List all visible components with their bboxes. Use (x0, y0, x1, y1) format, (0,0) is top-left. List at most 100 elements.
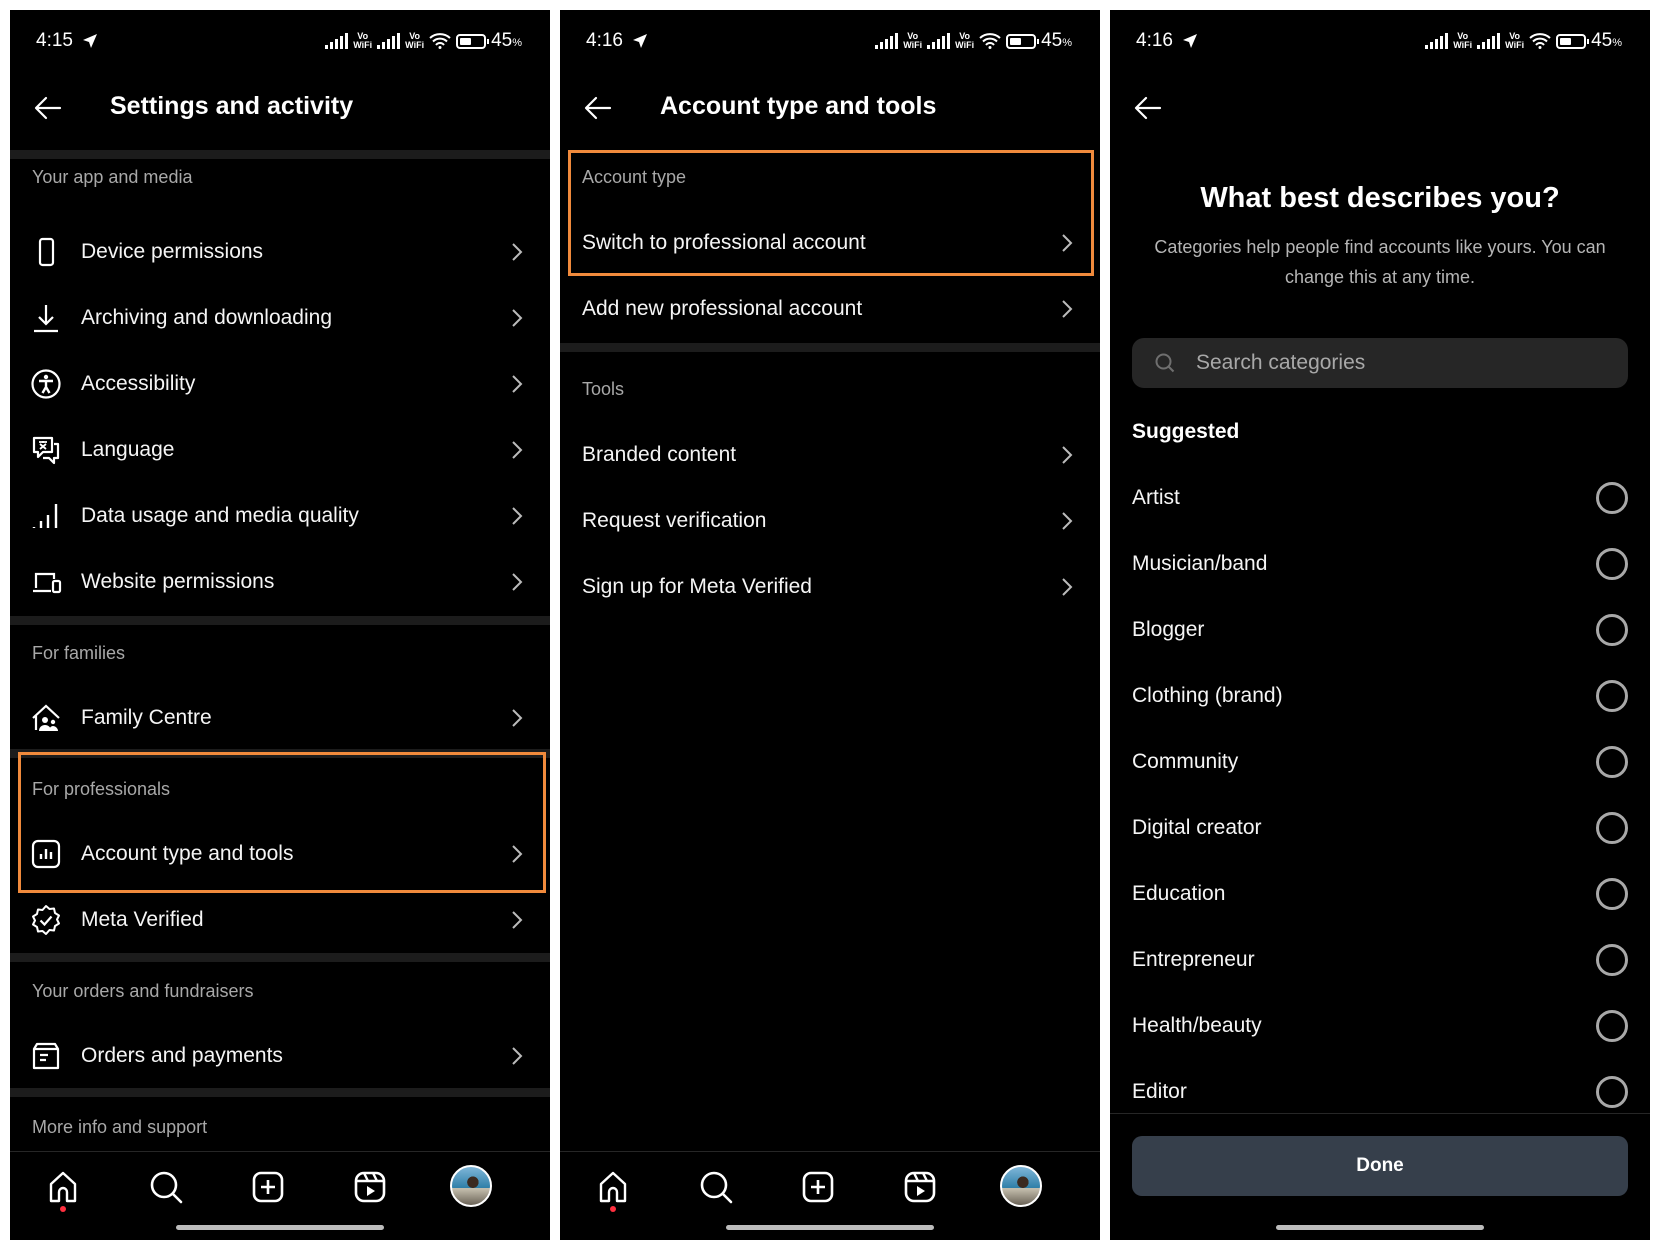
verified-badge-icon (32, 905, 60, 935)
radio-button[interactable] (1596, 614, 1628, 646)
profile-avatar[interactable] (1000, 1165, 1042, 1207)
back-arrow-icon[interactable] (1132, 92, 1164, 124)
radio-button[interactable] (1596, 812, 1628, 844)
battery-icon (456, 33, 490, 49)
menu-item-label: Website permissions (81, 570, 275, 593)
header (1110, 78, 1650, 138)
cell-signal-icon (377, 33, 401, 49)
category-option[interactable]: Clothing (brand) (1110, 665, 1650, 727)
battery-percent: 45% (1041, 30, 1072, 51)
menu-item-accessibility[interactable]: Accessibility (10, 353, 550, 415)
cell-signal-icon (927, 33, 951, 49)
download-icon (34, 305, 58, 333)
suggested-heading: Suggested (1132, 420, 1240, 443)
create-post-icon[interactable] (799, 1168, 837, 1206)
create-post-icon[interactable] (249, 1168, 287, 1206)
category-label: Editor (1132, 1080, 1187, 1103)
category-option[interactable]: Entrepreneur (1110, 929, 1650, 991)
category-option[interactable]: Musician/band (1110, 533, 1650, 595)
chevron-right-icon (512, 441, 523, 459)
menu-item-label: Branded content (582, 443, 737, 466)
radio-button[interactable] (1596, 944, 1628, 976)
menu-item-meta-verified[interactable]: Meta Verified (10, 889, 550, 951)
status-bar: 4:16 Vo WiFi Vo WiFi 45% (1110, 28, 1650, 56)
chevron-right-icon (512, 911, 523, 929)
category-label: Health/beauty (1132, 1014, 1262, 1037)
reels-icon[interactable] (351, 1168, 389, 1206)
section-divider (560, 343, 1100, 352)
wifi-icon (979, 33, 1001, 49)
radio-button[interactable] (1596, 878, 1628, 910)
menu-item-language[interactable]: Language (10, 419, 550, 481)
notification-dot (610, 1206, 616, 1212)
menu-item-label: Device permissions (81, 240, 264, 263)
menu-item-data-usage[interactable]: Data usage and media quality (10, 485, 550, 547)
menu-item-branded-content[interactable]: Branded content (560, 424, 1100, 486)
home-indicator[interactable] (1276, 1225, 1484, 1230)
orders-icon (32, 1042, 60, 1070)
category-option[interactable]: Community (1110, 731, 1650, 793)
menu-item-label: Switch to professional account (582, 231, 866, 254)
menu-item-archiving[interactable]: Archiving and downloading (10, 287, 550, 349)
category-option[interactable]: Artist (1110, 467, 1650, 529)
search-icon[interactable] (147, 1168, 185, 1206)
section-label: Tools (582, 379, 625, 399)
section-label: Account type (582, 167, 687, 187)
radio-button[interactable] (1596, 1076, 1628, 1108)
radio-button[interactable] (1596, 482, 1628, 514)
category-label: Artist (1132, 486, 1180, 509)
menu-item-label: Orders and payments (81, 1044, 283, 1067)
menu-item-meta-verified-signup[interactable]: Sign up for Meta Verified (560, 556, 1100, 618)
bottom-nav (560, 1151, 1100, 1221)
done-button[interactable]: Done (1132, 1136, 1628, 1196)
vowifi-icon: Vo WiFi (955, 31, 975, 50)
menu-item-orders-payments[interactable]: Orders and payments (10, 1025, 550, 1087)
footer-divider (1110, 1113, 1650, 1114)
category-option[interactable]: Education (1110, 863, 1650, 925)
search-bar[interactable] (1132, 338, 1628, 388)
devices-icon (33, 572, 62, 594)
menu-item-label: Archiving and downloading (81, 306, 333, 329)
category-option[interactable]: Blogger (1110, 599, 1650, 661)
menu-item-add-professional[interactable]: Add new professional account (560, 278, 1100, 340)
home-indicator[interactable] (176, 1225, 384, 1230)
category-label: Clothing (brand) (1132, 684, 1283, 707)
chevron-right-icon (1062, 578, 1073, 596)
battery-icon (1006, 33, 1040, 49)
radio-button[interactable] (1596, 1010, 1628, 1042)
category-option[interactable]: Digital creator (1110, 797, 1650, 859)
menu-item-device-permissions[interactable]: Device permissions (10, 221, 550, 283)
menu-item-website-permissions[interactable]: Website permissions (10, 551, 550, 613)
category-option[interactable]: Health/beauty (1110, 995, 1650, 1057)
home-icon[interactable] (44, 1168, 82, 1206)
cell-signal-icon (325, 33, 349, 49)
profile-avatar[interactable] (450, 1165, 492, 1207)
settings-activity-screen: 4:15 Vo WiFi Vo WiFi 45% Settings and activit… (10, 10, 550, 1240)
menu-item-label: Accessibility (81, 372, 196, 395)
menu-item-account-type-tools[interactable]: Account type and tools (10, 823, 550, 885)
back-arrow-icon[interactable] (32, 92, 64, 124)
header: Account type and tools (560, 78, 1100, 138)
location-arrow-icon (633, 34, 647, 48)
radio-button[interactable] (1596, 680, 1628, 712)
menu-item-switch-professional[interactable]: Switch to professional account (560, 212, 1100, 274)
home-icon[interactable] (594, 1168, 632, 1206)
home-indicator[interactable] (726, 1225, 934, 1230)
radio-button[interactable] (1596, 548, 1628, 580)
search-icon[interactable] (697, 1168, 735, 1206)
reels-icon[interactable] (901, 1168, 939, 1206)
chevron-right-icon (512, 845, 523, 863)
menu-item-request-verification[interactable]: Request verification (560, 490, 1100, 552)
search-categories-input[interactable] (1196, 338, 1616, 388)
category-label: Entrepreneur (1132, 948, 1255, 971)
radio-button[interactable] (1596, 746, 1628, 778)
page-title: Account type and tools (660, 92, 937, 120)
section-label[interactable]: More info and support (32, 1117, 207, 1138)
chevron-right-icon (512, 573, 523, 591)
vowifi-icon: Vo WiFi (1505, 31, 1525, 50)
back-arrow-icon[interactable] (582, 92, 614, 124)
menu-item-family-centre[interactable]: Family Centre (10, 687, 550, 749)
menu-item-label: Meta Verified (81, 908, 204, 931)
chevron-right-icon (512, 709, 523, 727)
battery-percent: 45% (491, 30, 522, 51)
